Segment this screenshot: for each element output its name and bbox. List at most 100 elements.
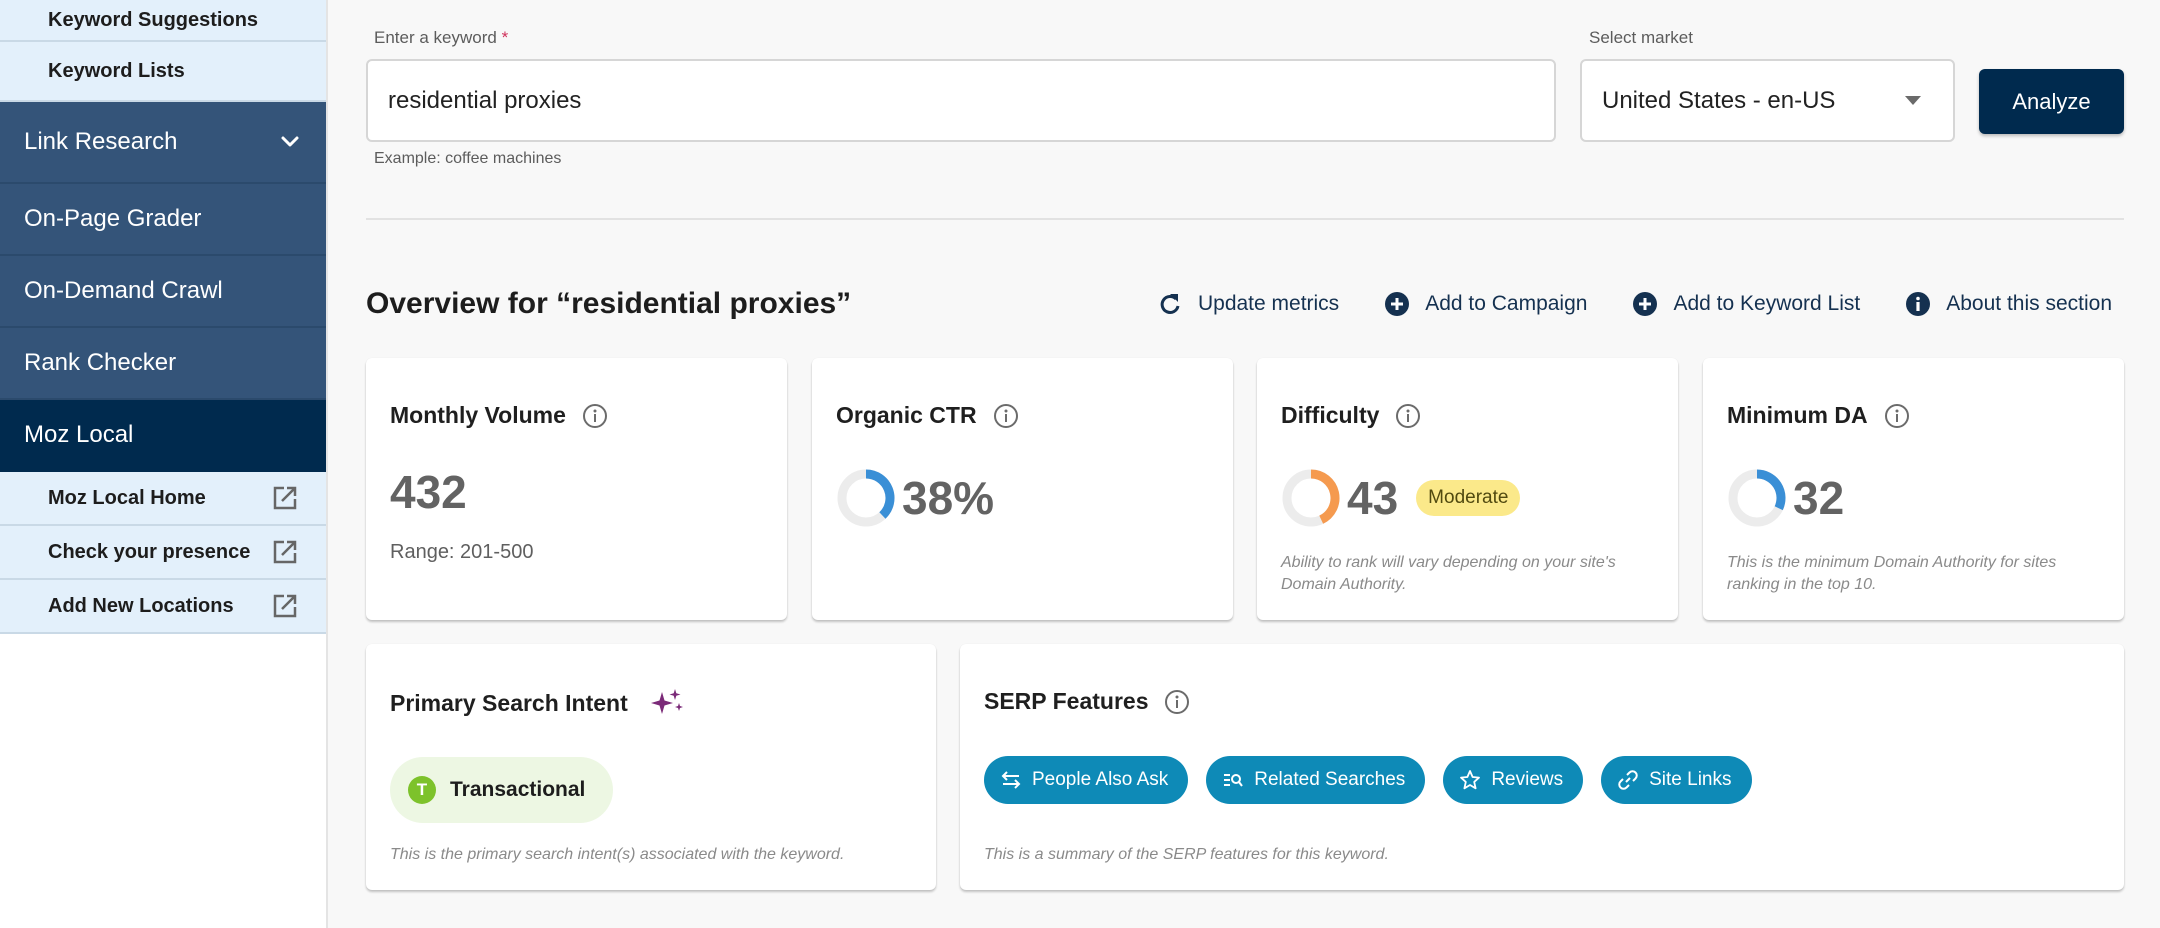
sidebar-item-rank-checker[interactable]: Rank Checker xyxy=(0,328,326,400)
sparkles-icon xyxy=(650,689,683,714)
info-icon[interactable] xyxy=(582,403,608,429)
sidebar-item-label: Keyword Lists xyxy=(48,59,185,82)
sidebar-item-keyword-suggestions[interactable]: Keyword Suggestions xyxy=(0,0,326,42)
keyword-label: Enter a keyword * xyxy=(374,28,508,48)
sidebar-item-keyword-lists[interactable]: Keyword Lists xyxy=(0,42,326,102)
info-icon[interactable] xyxy=(1395,403,1421,429)
minimum-da-metric: 32 xyxy=(1727,468,1844,528)
info-icon[interactable] xyxy=(1164,689,1190,715)
info-icon[interactable] xyxy=(1884,403,1910,429)
organic-ctr-title: Organic CTR xyxy=(836,402,1019,429)
minimum-da-note: This is the minimum Domain Authority for… xyxy=(1727,554,2057,593)
minimum-da-card: Minimum DA 32 This is the minimum Domain… xyxy=(1703,358,2124,620)
donut-value-arc xyxy=(1756,469,1786,511)
serp-chip-label: Reviews xyxy=(1491,769,1564,790)
market-select-value: United States - en-US xyxy=(1602,86,1836,114)
overview-actions: Update metrics Add to Campaign Add to Ke… xyxy=(1156,290,2112,318)
minimum-da-donut xyxy=(1728,469,1786,527)
minimum-da-value: 32 xyxy=(1793,472,1845,524)
primary-search-intent-card: Primary Search Intent T Transactional Th… xyxy=(366,644,936,890)
sidebar-item-label: Moz Local xyxy=(24,421,134,448)
organic-ctr-card: Organic CTR 38% xyxy=(812,358,1233,620)
monthly-volume-range: Range: 201-500 xyxy=(390,541,534,563)
serp-chip-label: People Also Ask xyxy=(1032,769,1169,790)
sidebar-item-label: Check your presence xyxy=(48,540,251,563)
serp-chip-people-also-ask[interactable]: People Also Ask xyxy=(984,756,1189,804)
difficulty-donut xyxy=(1282,469,1340,527)
serp-features-title: SERP Features xyxy=(984,688,1190,715)
serp-chip-label: Site Links xyxy=(1649,769,1732,790)
keyword-hint: Example: coffee machines xyxy=(374,150,562,167)
transactional-icon: T xyxy=(408,776,436,804)
info-filled-icon xyxy=(1906,292,1931,316)
minimum-da-title: Minimum DA xyxy=(1727,402,1910,429)
serp-chip-related-searches[interactable]: Related Searches xyxy=(1206,756,1426,804)
swap-arrows-icon xyxy=(1001,771,1021,789)
minimum-da-title-text: Minimum DA xyxy=(1727,402,1868,428)
serp-feature-list: People Also Ask Related Searches Reviews… xyxy=(984,756,1752,804)
analyze-button[interactable]: Analyze xyxy=(1979,69,2124,134)
sidebar-item-on-page-grader[interactable]: On-Page Grader xyxy=(0,184,326,256)
difficulty-title-text: Difficulty xyxy=(1281,402,1380,428)
difficulty-title: Difficulty xyxy=(1281,402,1421,429)
caret-down-icon xyxy=(1905,96,1921,105)
sidebar: Keyword Suggestions Keyword Lists Link R… xyxy=(0,0,328,928)
serp-features-title-text: SERP Features xyxy=(984,688,1149,714)
intent-chip-transactional: T Transactional xyxy=(390,757,614,823)
difficulty-metric: 43 Moderate xyxy=(1281,468,1521,528)
external-link-icon xyxy=(273,594,297,618)
keyword-label-text: Enter a keyword xyxy=(374,28,497,47)
difficulty-note: Ability to rank will vary depending on y… xyxy=(1281,554,1616,593)
sidebar-item-link-research[interactable]: Link Research xyxy=(0,102,326,184)
refresh-icon xyxy=(1160,294,1180,314)
list-search-icon xyxy=(1224,774,1244,787)
donut-value-arc xyxy=(1310,469,1340,524)
organic-ctr-donut xyxy=(837,469,895,527)
serp-note: This is a summary of the SERP features f… xyxy=(984,846,1389,863)
market-select[interactable]: United States - en-US xyxy=(1580,59,1955,142)
external-link-icon xyxy=(273,540,297,564)
difficulty-card: Difficulty 43 Moderate Ability to rank w… xyxy=(1257,358,1678,620)
organic-ctr-title-text: Organic CTR xyxy=(836,402,977,428)
organic-ctr-metric: 38% xyxy=(836,468,994,528)
monthly-volume-title: Monthly Volume xyxy=(390,402,608,429)
serp-features-card: SERP Features People Also Ask Related Se… xyxy=(960,644,2124,890)
monthly-volume-metric: 432 xyxy=(390,465,467,519)
add-to-keyword-list-button[interactable]: Add to Keyword List xyxy=(1631,290,1860,318)
organic-ctr-value: 38% xyxy=(902,472,995,524)
serp-chip-site-links[interactable]: Site Links xyxy=(1601,756,1752,804)
about-this-section-label: About this section xyxy=(1946,292,2112,315)
overview-title: Overview for “residential proxies” xyxy=(366,287,852,320)
section-divider xyxy=(366,218,2124,220)
sidebar-item-label: Link Research xyxy=(24,128,178,155)
info-icon[interactable] xyxy=(993,403,1019,429)
intent-note: This is the primary search intent(s) ass… xyxy=(390,846,845,863)
donut-value-arc xyxy=(865,469,895,519)
primary-search-intent-title-text: Primary Search Intent xyxy=(390,689,628,716)
intent-chip-label: Transactional xyxy=(450,778,586,801)
chevron-down-icon[interactable] xyxy=(278,130,302,154)
sidebar-item-moz-local-home[interactable]: Moz Local Home xyxy=(0,472,326,526)
sidebar-item-label: Add New Locations xyxy=(48,594,234,617)
sidebar-item-add-new-locations[interactable]: Add New Locations xyxy=(0,580,326,634)
serp-chip-reviews[interactable]: Reviews xyxy=(1443,756,1584,804)
sidebar-item-label: Rank Checker xyxy=(24,349,177,376)
primary-search-intent-title: Primary Search Intent xyxy=(390,688,686,718)
external-link-icon xyxy=(273,486,297,510)
add-to-campaign-button[interactable]: Add to Campaign xyxy=(1383,290,1587,318)
sidebar-item-label: Keyword Suggestions xyxy=(48,8,259,31)
difficulty-badge: Moderate xyxy=(1416,480,1521,516)
serp-chip-label: Related Searches xyxy=(1254,769,1406,790)
keyword-input[interactable] xyxy=(366,59,1556,142)
about-this-section-button[interactable]: About this section xyxy=(1904,290,2112,318)
add-to-keyword-list-label: Add to Keyword List xyxy=(1673,292,1861,315)
star-icon xyxy=(1460,770,1481,790)
link-icon xyxy=(1618,770,1638,790)
sidebar-item-check-your-presence[interactable]: Check your presence xyxy=(0,526,326,580)
add-to-campaign-label: Add to Campaign xyxy=(1425,292,1588,315)
sidebar-item-on-demand-crawl[interactable]: On-Demand Crawl xyxy=(0,256,326,328)
update-metrics-button[interactable]: Update metrics xyxy=(1156,290,1339,318)
sidebar-item-label: Moz Local Home xyxy=(48,486,206,509)
sidebar-item-moz-local[interactable]: Moz Local xyxy=(0,400,326,472)
update-metrics-label: Update metrics xyxy=(1197,292,1340,315)
